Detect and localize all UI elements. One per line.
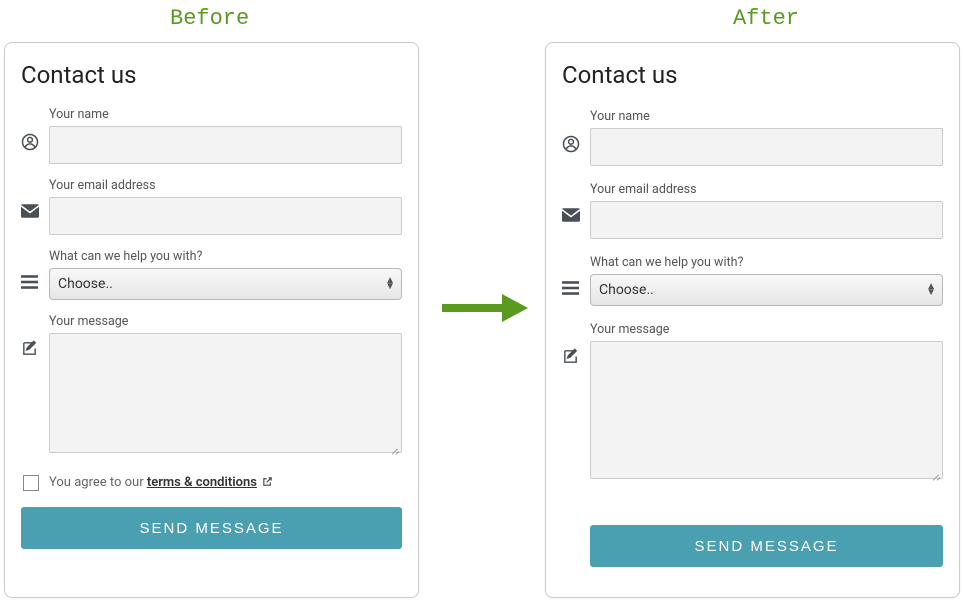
envelope-icon <box>562 182 590 222</box>
user-icon <box>562 109 590 153</box>
help-field-row: What can we help you with? Choose.. ▲▼ <box>21 249 402 300</box>
terms-row: You agree to our terms & conditions <box>21 475 402 491</box>
email-label: Your email address <box>49 178 402 193</box>
name-input[interactable] <box>590 128 943 166</box>
send-message-button[interactable]: SEND MESSAGE <box>21 507 402 549</box>
name-field-row: Your name <box>21 107 402 164</box>
arrow-right-icon <box>432 290 532 330</box>
message-field-row: Your message <box>562 322 943 483</box>
edit-icon <box>562 322 590 365</box>
message-label: Your message <box>590 322 943 337</box>
card-title: Contact us <box>562 61 943 89</box>
help-label: What can we help you with? <box>590 255 943 270</box>
contact-card-after: Contact us Your name Your email address <box>545 42 960 598</box>
message-label: Your message <box>49 314 402 329</box>
email-field-row: Your email address <box>562 182 943 239</box>
message-field-row: Your message <box>21 314 402 457</box>
message-textarea[interactable] <box>590 341 943 479</box>
terms-prefix: You agree to our <box>49 475 147 490</box>
name-label: Your name <box>590 109 943 124</box>
external-link-icon <box>262 476 273 491</box>
email-label: Your email address <box>590 182 943 197</box>
envelope-icon <box>21 178 49 218</box>
email-input[interactable] <box>590 201 943 239</box>
help-label: What can we help you with? <box>49 249 402 264</box>
email-field-row: Your email address <box>21 178 402 235</box>
help-select-value: Choose.. <box>599 282 654 298</box>
help-field-row: What can we help you with? Choose.. ▲▼ <box>562 255 943 306</box>
bars-icon <box>562 255 590 295</box>
select-arrows-icon: ▲▼ <box>926 284 936 296</box>
user-icon <box>21 107 49 151</box>
name-label: Your name <box>49 107 402 122</box>
terms-checkbox[interactable] <box>23 475 39 491</box>
edit-icon <box>21 314 49 357</box>
help-select-value: Choose.. <box>58 276 113 292</box>
help-select[interactable]: Choose.. ▲▼ <box>49 268 402 300</box>
name-input[interactable] <box>49 126 402 164</box>
bars-icon <box>21 249 49 289</box>
message-textarea[interactable] <box>49 333 402 453</box>
send-message-button[interactable]: SEND MESSAGE <box>590 525 943 567</box>
select-arrows-icon: ▲▼ <box>385 278 395 290</box>
terms-link[interactable]: terms & conditions <box>147 475 257 490</box>
contact-card-before: Contact us Your name Your email address <box>4 42 419 598</box>
name-field-row: Your name <box>562 109 943 166</box>
after-label: After <box>733 6 799 31</box>
before-label: Before <box>170 6 249 31</box>
email-input[interactable] <box>49 197 402 235</box>
card-title: Contact us <box>21 61 402 89</box>
help-select[interactable]: Choose.. ▲▼ <box>590 274 943 306</box>
terms-text: You agree to our terms & conditions <box>49 475 273 491</box>
